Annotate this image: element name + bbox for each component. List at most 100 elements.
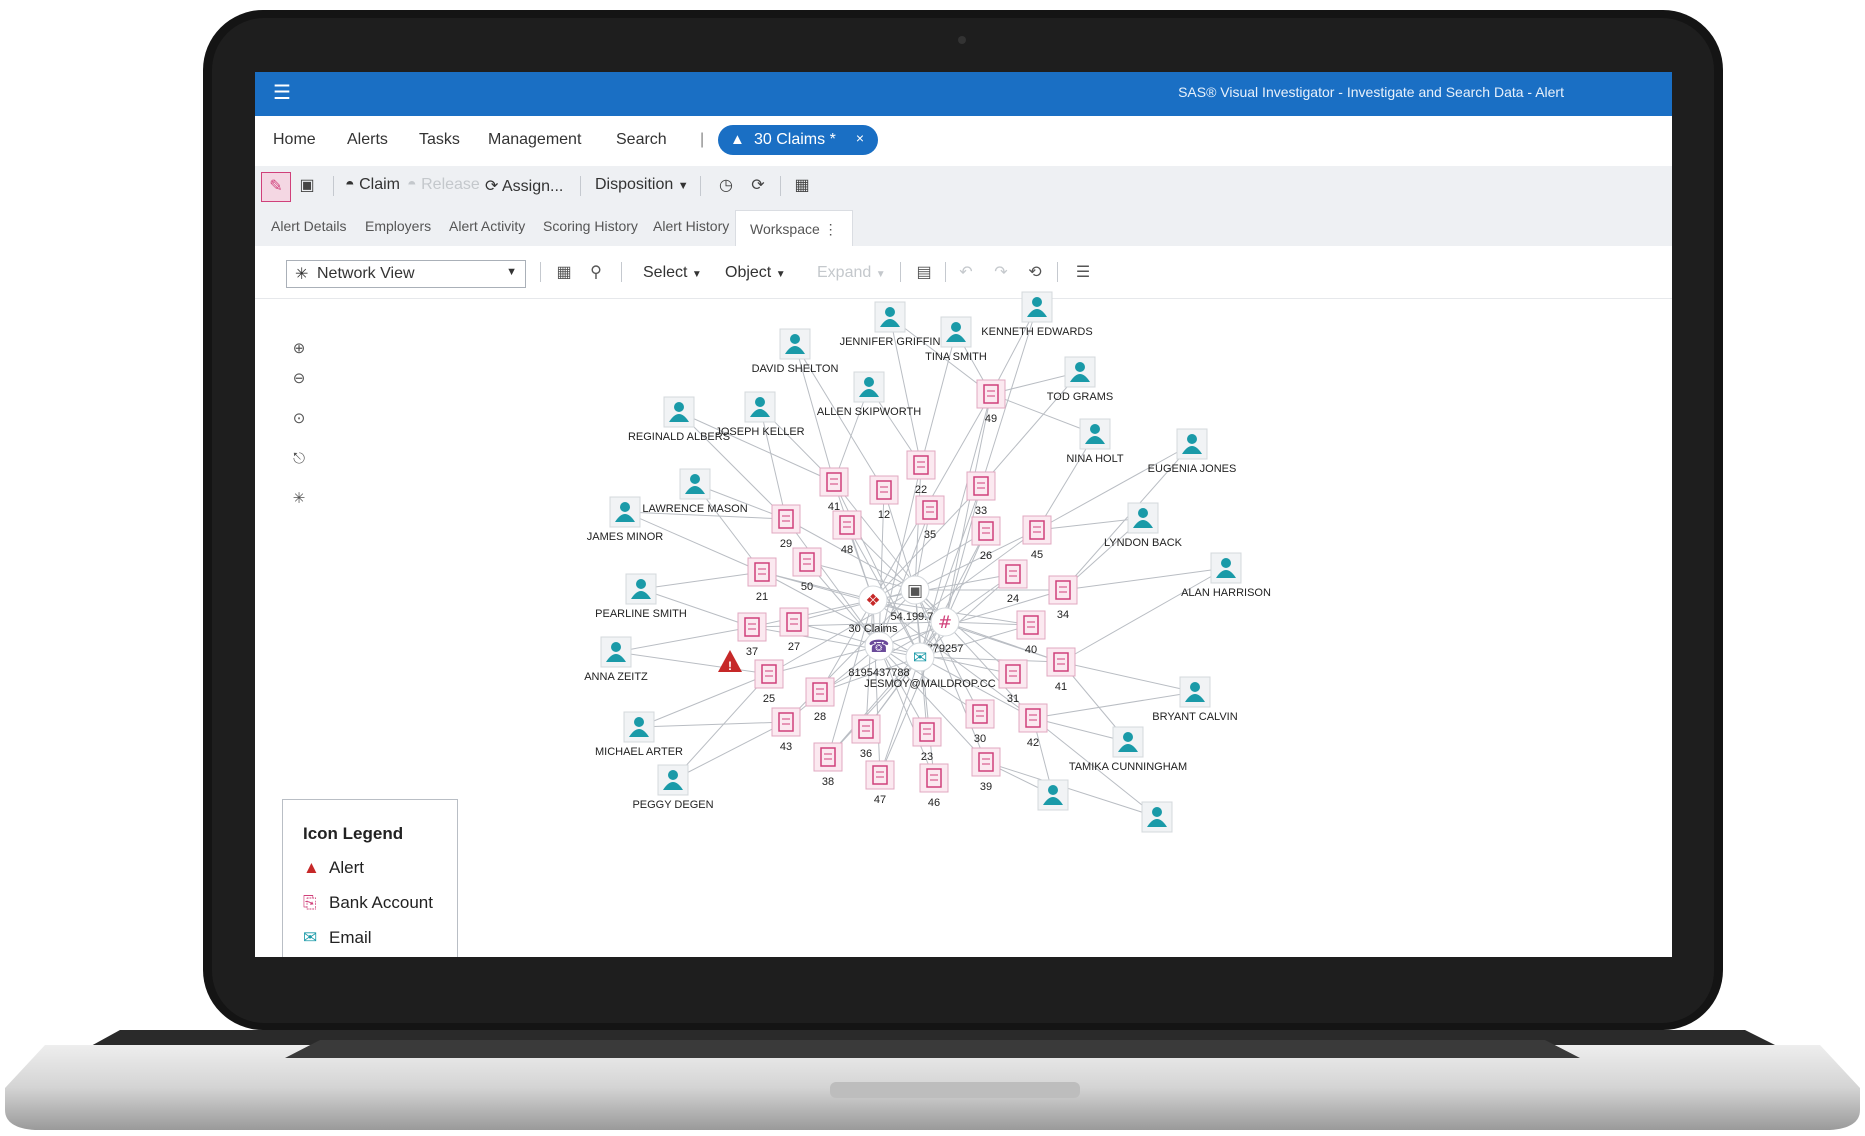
claim-node[interactable]: 22 [906,450,936,496]
claim-node[interactable]: 26 [971,516,1001,562]
person-icon [1221,558,1231,568]
claim-node[interactable]: 42 [1018,703,1048,749]
claim-node-box [915,495,945,525]
legend-email-label: Email [329,928,372,947]
person-node[interactable]: JOSEPH KELLER [715,391,805,438]
person-node[interactable]: EUGENIA JONES [1148,428,1237,475]
person-node[interactable]: TOD GRAMS [1047,356,1113,403]
person-icon [668,770,678,780]
claim-node[interactable]: 12 [869,475,899,521]
person-icon [1123,732,1133,742]
claim-node[interactable]: 31 [998,659,1028,705]
claim-label: 41 [1055,681,1067,693]
person-node[interactable]: TAMIKA CUNNINGHAM [1069,726,1187,773]
claim-label: 23 [921,751,933,763]
claim-label: 35 [924,529,936,541]
claim-label: 48 [841,544,853,556]
claim-node[interactable]: 45 [1022,515,1052,561]
icon-legend: Icon Legend ▲ Alert ⎘ Bank Account ✉ Email [282,799,458,957]
person-node[interactable]: ALLEN SKIPWORTH [817,371,921,418]
claim-node-box [813,742,843,772]
center-icon: ❖ [865,591,880,611]
claim-node-box [1016,610,1046,640]
claim-node-box [965,699,995,729]
claim-node[interactable]: 48 [832,510,862,556]
person-node[interactable]: DAVID SHELTON [752,328,839,375]
person-node[interactable]: LYNDON BACK [1104,502,1183,549]
alert-node[interactable]: ! [718,650,742,673]
person-icon [1152,807,1162,817]
claim-node[interactable]: 43 [771,707,801,753]
person-icon [1090,424,1100,434]
graph-edge [615,626,753,653]
person-label: ALLEN SKIPWORTH [817,406,921,418]
graph-nodes: JENNIFER GRIFFIN TINA SMITH KENNETH EDWARD… [584,291,1271,833]
claim-node[interactable]: 30 [965,699,995,745]
person-icon [634,717,644,727]
claim-label: 30 [974,733,986,745]
person-icon [1048,785,1058,795]
claim-node-box [971,747,1001,777]
person-node[interactable] [1141,801,1173,833]
claim-label: 40 [1025,644,1037,656]
claim-node[interactable]: 23 [912,717,942,763]
warning-icon: ▲ [303,858,320,877]
person-icon [864,377,874,387]
claim-node-box [819,467,849,497]
claim-node[interactable]: 27 [779,607,809,653]
claim-node[interactable]: 35 [915,495,945,541]
claim-node[interactable]: 21 [747,557,777,603]
claim-node-box [737,612,767,642]
claim-node-box [976,379,1006,409]
person-icon [611,642,621,652]
claim-node[interactable]: 24 [998,559,1028,605]
person-node[interactable]: ANNA ZEITZ [584,636,648,683]
claim-node-box [747,557,777,587]
claim-node[interactable]: 28 [805,677,835,723]
claim-node-box [851,714,881,744]
claim-node[interactable]: 46 [919,763,949,809]
claim-node-box [998,559,1028,589]
person-node[interactable]: JENNIFER GRIFFIN [840,301,941,348]
person-icon [1032,297,1042,307]
email-hub-label: JESMOY@MAILDROP.CC [864,678,995,690]
claim-node-box [779,607,809,637]
claim-node[interactable]: 39 [971,747,1001,793]
person-label: ALAN HARRISON [1181,587,1271,599]
claim-label: 50 [801,581,813,593]
claim-node[interactable]: 37 [737,612,767,658]
person-icon [951,322,961,332]
claim-node-box [971,516,1001,546]
claim-node-box [1022,515,1052,545]
person-node[interactable]: PEARLINE SMITH [595,573,687,620]
claim-node[interactable]: 47 [865,760,895,806]
bank-account-icon: ⎘ [303,893,317,912]
person-label: MICHAEL ARTER [595,746,683,758]
claim-node[interactable]: 49 [976,379,1006,425]
claim-label: 42 [1027,737,1039,749]
graph-edge [672,721,787,781]
claim-node[interactable]: 38 [813,742,843,788]
claim-node[interactable]: 41 [1046,647,1076,693]
email-icon: ✉ [303,928,318,947]
claim-label: 38 [822,776,834,788]
person-node[interactable]: PEGGY DEGEN [632,764,714,811]
person-node[interactable]: BRYANT CALVIN [1152,676,1238,723]
network-graph[interactable]: JENNIFER GRIFFIN TINA SMITH KENNETH EDWARD… [255,72,1672,957]
claim-node[interactable]: 41 [819,467,849,513]
person-node[interactable]: ALAN HARRISON [1181,552,1271,599]
person-node[interactable]: MICHAEL ARTER [595,711,683,758]
person-node[interactable]: LAWRENCE MASON [642,468,748,515]
claim-node[interactable]: 34 [1048,575,1078,621]
legend-alert-label: Alert [329,858,364,877]
claim-node-box [906,450,936,480]
claim-node[interactable]: 25 [754,659,784,705]
person-node[interactable] [1037,779,1069,811]
person-node[interactable]: KENNETH EDWARDS [981,291,1093,338]
claim-label: 26 [980,550,992,562]
claim-node[interactable]: 36 [851,714,881,760]
claim-node-box [912,717,942,747]
claim-node[interactable]: 29 [771,504,801,550]
claim-node[interactable]: 33 [966,471,996,517]
claim-node-box [771,504,801,534]
